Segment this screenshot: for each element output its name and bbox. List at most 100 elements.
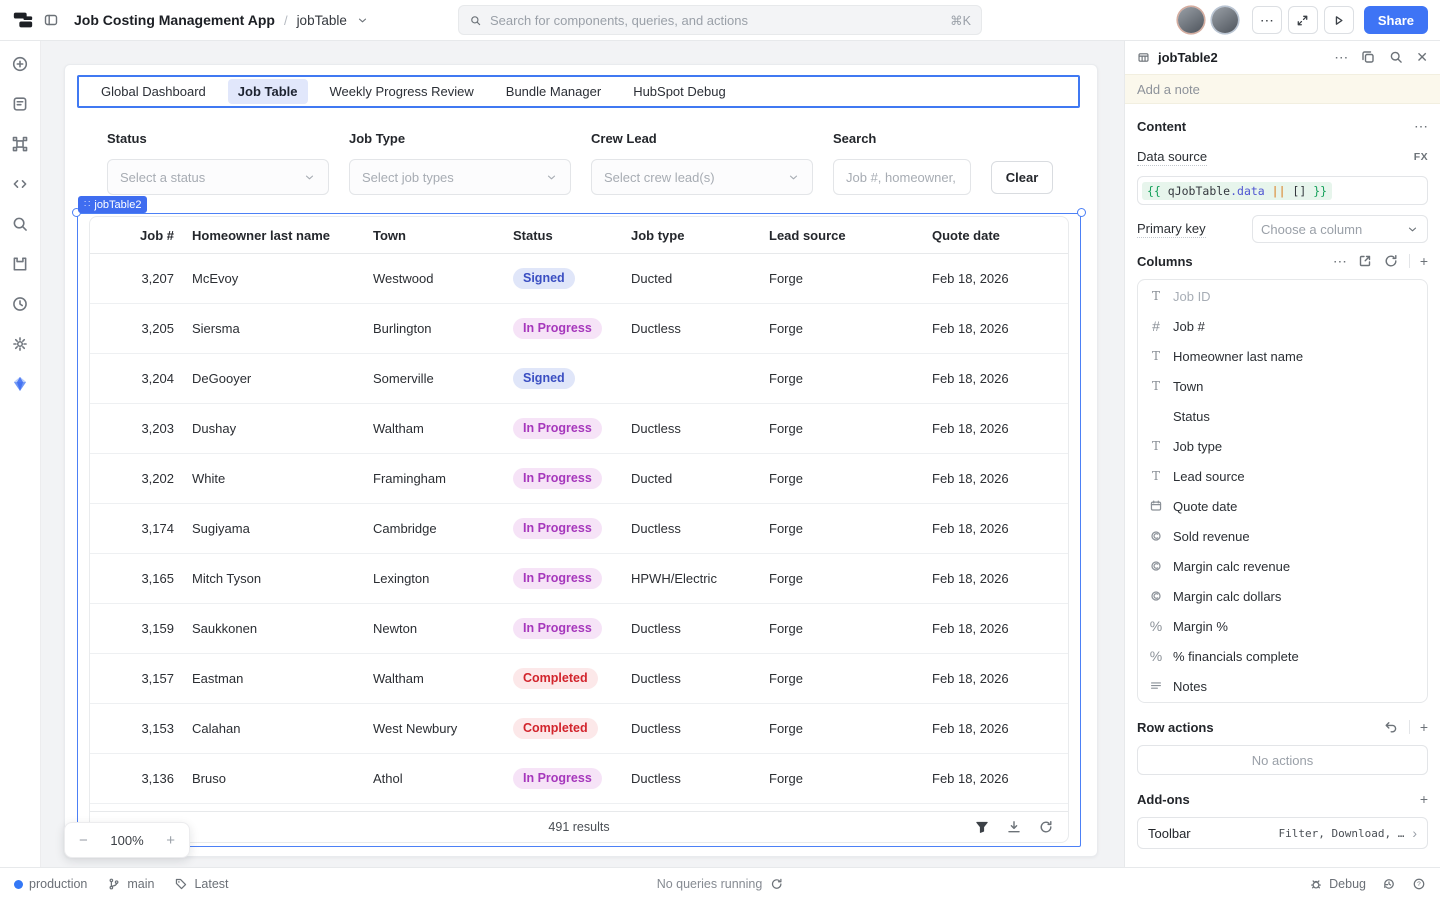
column-header[interactable]: Job # bbox=[90, 228, 192, 243]
primary-key-select[interactable]: Choose a column bbox=[1252, 215, 1428, 243]
component-tag[interactable]: ∷ jobTable2 bbox=[78, 196, 147, 213]
add-icon[interactable] bbox=[11, 55, 29, 73]
toolbar-addon[interactable]: Toolbar Filter, Download, … › bbox=[1137, 817, 1428, 849]
fx-badge[interactable]: FX bbox=[1414, 151, 1428, 163]
zoom-out-button[interactable]: − bbox=[79, 832, 88, 849]
column-item[interactable]: %% financials complete bbox=[1138, 641, 1427, 671]
global-search-input[interactable]: Search for components, queries, and acti… bbox=[458, 5, 982, 35]
refresh-icon[interactable] bbox=[1038, 819, 1054, 835]
zoom-level[interactable]: 100% bbox=[110, 833, 143, 848]
panel-more-icon[interactable]: ⋯ bbox=[1334, 50, 1348, 64]
history-icon[interactable] bbox=[11, 295, 29, 313]
avatar[interactable] bbox=[1178, 7, 1204, 33]
selection-handle[interactable] bbox=[1077, 208, 1086, 217]
column-item-label: Margin calc dollars bbox=[1173, 589, 1281, 604]
crew-lead-filter-select[interactable]: Select crew lead(s) bbox=[591, 159, 813, 195]
history-button[interactable] bbox=[1382, 877, 1396, 891]
job-table-component[interactable]: Job #Homeowner last nameTownStatusJob ty… bbox=[77, 213, 1081, 847]
column-item[interactable]: TTown bbox=[1138, 371, 1427, 401]
table-row[interactable]: 3,136BrusoAtholIn ProgressDuctlessForgeF… bbox=[90, 754, 1068, 804]
table-row[interactable]: 3,203DushayWalthamIn ProgressDuctlessFor… bbox=[90, 404, 1068, 454]
content-more-icon[interactable]: ⋯ bbox=[1414, 119, 1428, 133]
share-button[interactable]: Share bbox=[1364, 6, 1428, 34]
avatar[interactable] bbox=[1212, 7, 1238, 33]
debug-button[interactable]: Debug bbox=[1309, 877, 1366, 891]
sync-icon[interactable] bbox=[769, 877, 783, 891]
pages-icon[interactable] bbox=[11, 95, 29, 113]
close-panel-icon[interactable]: ✕ bbox=[1416, 50, 1428, 64]
column-item[interactable]: TJob ID bbox=[1138, 281, 1427, 311]
data-source-input[interactable]: {{ qJobTable.data || [] }} bbox=[1137, 176, 1428, 205]
package-icon[interactable] bbox=[11, 255, 29, 273]
columns-more-icon[interactable]: ⋯ bbox=[1333, 254, 1347, 268]
table-row[interactable]: 3,159SaukkonenNewtonIn ProgressDuctlessF… bbox=[90, 604, 1068, 654]
column-header[interactable]: Quote date bbox=[932, 228, 1068, 243]
column-item[interactable]: Margin calc revenue bbox=[1138, 551, 1427, 581]
job-type-filter-select[interactable]: Select job types bbox=[349, 159, 571, 195]
duplicate-icon[interactable] bbox=[1360, 49, 1376, 65]
table-row[interactable]: 3,202WhiteFraminghamIn ProgressDuctedFor… bbox=[90, 454, 1068, 504]
search-icon[interactable] bbox=[11, 215, 29, 233]
fullscreen-button[interactable] bbox=[1288, 6, 1318, 34]
column-item[interactable]: TJob type bbox=[1138, 431, 1427, 461]
clear-filters-button[interactable]: Clear bbox=[991, 161, 1053, 194]
column-header[interactable]: Lead source bbox=[769, 228, 932, 243]
column-item[interactable]: Status bbox=[1138, 401, 1427, 431]
table-row[interactable]: 3,174SugiyamaCambridgeIn ProgressDuctles… bbox=[90, 504, 1068, 554]
filter-icon[interactable] bbox=[974, 819, 990, 835]
status-filter-select[interactable]: Select a status bbox=[107, 159, 329, 195]
search-filter-input[interactable]: Job #, homeowner, to bbox=[833, 159, 971, 195]
table-row[interactable]: 3,204DeGooyerSomervilleSignedForgeFeb 18… bbox=[90, 354, 1068, 404]
column-header[interactable]: Town bbox=[373, 228, 513, 243]
tab-bundle-manager[interactable]: Bundle Manager bbox=[496, 79, 611, 104]
table-row[interactable]: 3,165Mitch TysonLexingtonIn ProgressHPWH… bbox=[90, 554, 1068, 604]
more-menu-button[interactable]: ⋯ bbox=[1252, 6, 1282, 34]
add-note-field[interactable]: Add a note bbox=[1125, 74, 1440, 104]
column-item[interactable]: #Job # bbox=[1138, 311, 1427, 341]
settings-icon[interactable] bbox=[11, 335, 29, 353]
sync-columns-icon[interactable] bbox=[1383, 253, 1399, 269]
column-item[interactable]: Margin calc dollars bbox=[1138, 581, 1427, 611]
column-item[interactable]: TLead source bbox=[1138, 461, 1427, 491]
tab-hubspot-debug[interactable]: HubSpot Debug bbox=[623, 79, 736, 104]
add-column-icon[interactable]: + bbox=[1420, 254, 1428, 268]
components-icon[interactable] bbox=[11, 135, 29, 153]
currency-icon bbox=[1148, 559, 1164, 573]
add-addon-icon[interactable]: + bbox=[1420, 792, 1428, 806]
row-actions-empty[interactable]: No actions bbox=[1137, 745, 1428, 775]
tab-global-dashboard[interactable]: Global Dashboard bbox=[91, 79, 216, 104]
inherit-icon[interactable] bbox=[1383, 719, 1399, 735]
download-icon[interactable] bbox=[1006, 819, 1022, 835]
zoom-in-button[interactable]: + bbox=[166, 832, 175, 849]
environment-selector[interactable]: production bbox=[14, 877, 87, 891]
branch-selector[interactable]: main bbox=[107, 877, 154, 891]
column-item[interactable]: Quote date bbox=[1138, 491, 1427, 521]
retool-logo-icon[interactable] bbox=[12, 9, 34, 31]
chevron-down-icon[interactable] bbox=[356, 14, 369, 27]
tab-weekly-progress-review[interactable]: Weekly Progress Review bbox=[320, 79, 484, 104]
assist-icon[interactable] bbox=[11, 375, 29, 393]
preview-button[interactable] bbox=[1324, 6, 1354, 34]
table-row[interactable]: 3,205SiersmaBurlingtonIn ProgressDuctles… bbox=[90, 304, 1068, 354]
column-item[interactable]: %Margin % bbox=[1138, 611, 1427, 641]
help-button[interactable]: ? bbox=[1412, 877, 1426, 891]
column-item[interactable]: Sold revenue bbox=[1138, 521, 1427, 551]
tab-job-table[interactable]: Job Table bbox=[228, 79, 308, 104]
table-row[interactable]: 3,228TrislerCohassetSignedForgeFeb 16, 2… bbox=[90, 804, 1068, 811]
panel-search-icon[interactable] bbox=[1388, 49, 1404, 65]
column-header[interactable]: Status bbox=[513, 228, 631, 243]
column-item[interactable]: Notes bbox=[1138, 671, 1427, 701]
table-cell: Bruso bbox=[192, 771, 373, 786]
release-selector[interactable]: Latest bbox=[174, 877, 228, 891]
add-row-action-icon[interactable]: + bbox=[1420, 720, 1428, 734]
column-header[interactable]: Homeowner last name bbox=[192, 228, 373, 243]
popout-icon[interactable] bbox=[1357, 253, 1373, 269]
page-name[interactable]: jobTable bbox=[297, 13, 347, 28]
table-row[interactable]: 3,207McEvoyWestwoodSignedDuctedForgeFeb … bbox=[90, 254, 1068, 304]
table-row[interactable]: 3,157EastmanWalthamCompletedDuctlessForg… bbox=[90, 654, 1068, 704]
column-header[interactable]: Job type bbox=[631, 228, 769, 243]
column-item[interactable]: THomeowner last name bbox=[1138, 341, 1427, 371]
table-row[interactable]: 3,153CalahanWest NewburyCompletedDuctles… bbox=[90, 704, 1068, 754]
code-icon[interactable] bbox=[11, 175, 29, 193]
toggle-panel-icon[interactable] bbox=[43, 12, 59, 28]
